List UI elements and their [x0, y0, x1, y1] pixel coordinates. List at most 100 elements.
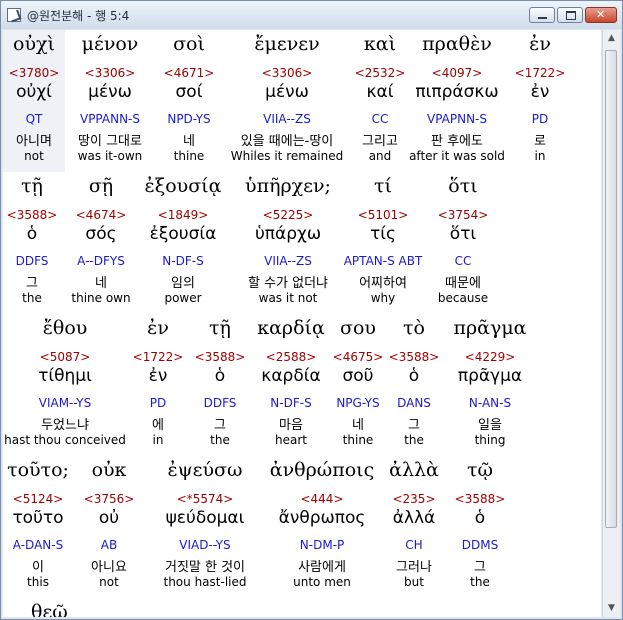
korean-gloss: 임의 [171, 276, 195, 291]
word-column[interactable]: πραθὲν <4097> πιπράσκω VPAPNN-S 판 후에도 after i… [409, 30, 505, 172]
interlinear-content: θεῷ οὐχὶ <3780> οὐχί QT 아니며 not μένον <3306> μέν… [3, 30, 601, 617]
word-column[interactable]: σοὶ <4671> σοί NPD-YS 네 thine [155, 30, 223, 172]
strongs-number: <5101> [357, 208, 409, 222]
korean-gloss: 땅이 그대로 [78, 134, 142, 149]
korean-gloss: 있을 때에는-땅이 [240, 134, 334, 149]
close-button[interactable] [585, 7, 617, 23]
word-column[interactable]: τῇ <3588> ὁ DDFS 그 the [3, 172, 61, 314]
english-gloss: hast thou conceived [4, 433, 126, 447]
parsing-code: VIAD--YS [179, 538, 231, 552]
english-gloss: and [368, 149, 392, 163]
parsing-code: A-DAN-S [12, 538, 64, 552]
word-column[interactable]: ἐν <1722> ἐν PD 로 in [505, 30, 575, 172]
strongs-number: <3754> [437, 208, 489, 222]
english-gloss: why [370, 291, 396, 305]
word-column[interactable]: ἐψεύσω <*5574> ψεύδομαι VIAD--YS 거짓말 한 것이 tho… [145, 456, 265, 598]
strongs-number: <1849> [157, 208, 209, 222]
strongs-number: <4671> [163, 66, 215, 80]
lexical-form: σοί [175, 82, 203, 102]
verse-line: τοῦτο; <5124> τοῦτο A-DAN-S 이 this οὐκ <3756> οὐ… [3, 456, 601, 598]
word-column[interactable]: οὐχὶ <3780> οὐχί QT 아니며 not [3, 30, 65, 172]
korean-gloss: 사람에게 [298, 560, 346, 575]
strongs-number: <5124> [12, 492, 64, 506]
word-column[interactable]: τοῦτο; <5124> τοῦτο A-DAN-S 이 this [3, 456, 73, 598]
parsing-code: CH [405, 538, 423, 552]
korean-gloss: 아니요 [91, 560, 127, 575]
strongs-number: <235> [392, 492, 436, 506]
word-column[interactable]: ἐν <1722> ἐν PD 에 in [127, 314, 189, 456]
parsing-code: DDFS [15, 254, 49, 268]
lexical-form: ἐξουσία [149, 224, 217, 244]
word-column[interactable]: καὶ <2532> καί CC 그리고 and [351, 30, 409, 172]
parsing-code: VIIA--ZS [263, 112, 311, 126]
english-gloss: but [404, 575, 424, 589]
next-row-greek-partial: θεῷ [31, 601, 68, 617]
english-gloss: Whiles it remained [230, 149, 344, 163]
parsing-code: AB [100, 538, 118, 552]
english-gloss: thine [173, 149, 205, 163]
minimize-button[interactable] [529, 7, 555, 23]
strongs-number: <3588> [6, 208, 58, 222]
strongs-number: <1722> [132, 350, 184, 364]
korean-gloss: 때문에 [445, 276, 481, 291]
lexical-form: σοῦ [342, 366, 374, 386]
lexical-form: σός [85, 224, 117, 244]
word-column[interactable]: τῷ <3588> ὁ DDMS 그 the [449, 456, 511, 598]
lexical-form: τοῦτο [12, 508, 64, 528]
word-column[interactable]: μένον <3306> μένω VPPANN-S 땅이 그대로 was it-own [65, 30, 155, 172]
interlinear-window: @원전분해 - 행 5:4 θεῷ οὐχὶ<3780>οὐχίQT아니며not… [0, 0, 623, 620]
word-column[interactable]: ὅτι <3754> ὅτι CC 때문에 because [423, 172, 503, 314]
scroll-thumb[interactable] [605, 50, 617, 528]
parsing-code: NPD-YS [167, 112, 211, 126]
lexical-form: ἐν [148, 366, 168, 386]
parsing-code: N-DF-S [162, 254, 204, 268]
title-bar[interactable]: @원전분해 - 행 5:4 [1, 1, 622, 29]
word-column[interactable]: ὑπῆρχεν; <5225> ὑπάρχω VIIA--ZS 할 수가 없더냐 was … [233, 172, 343, 314]
word-column[interactable]: πρᾶγμα <4229> πρᾶγμα N-AN-S 일을 thing [441, 314, 539, 456]
word-column[interactable]: σῇ <4674> σός A--DFYS 네 thine own [61, 172, 141, 314]
lexical-form: πρᾶγμα [457, 366, 523, 386]
english-gloss: the [404, 433, 424, 447]
word-column[interactable]: σου <4675> σοῦ NPG-YS 네 thine [331, 314, 385, 456]
word-column[interactable]: καρδίᾳ <2588> καρδία N-DF-S 마음 heart [251, 314, 331, 456]
parsing-code: A--DFYS [77, 254, 125, 268]
strongs-number: <4229> [464, 350, 516, 364]
word-column[interactable]: τὸ <3588> ὁ DANS 그 the [385, 314, 443, 456]
parsing-code: NPG-YS [336, 396, 380, 410]
lexical-form: ὁ [214, 366, 226, 386]
word-column[interactable]: τῇ <3588> ὁ DDFS 그 the [189, 314, 251, 456]
word-column[interactable]: τί <5101> τίς APTAN-S ABT 어찌하여 why [343, 172, 423, 314]
scroll-down-arrow-icon[interactable]: ▼ [603, 600, 620, 617]
greek-word: πρᾶγμα [453, 317, 527, 339]
korean-gloss: 네 [352, 418, 364, 433]
english-gloss: was it-own [77, 149, 143, 163]
greek-word: μένον [81, 33, 139, 55]
korean-gloss: 그 [474, 560, 486, 575]
word-column[interactable]: ἀνθρώποις <444> ἄνθρωπος N-DM-P 사람에게 unto men [265, 456, 379, 598]
maximize-button[interactable] [557, 7, 583, 23]
greek-word: σου [340, 317, 376, 339]
korean-gloss: 그 [408, 418, 420, 433]
word-column[interactable]: οὐκ <3756> οὐ AB 아니요 not [73, 456, 145, 598]
word-column[interactable]: ἔθου <5087> τίθημι VIAM--YS 두었느냐 hast thou co… [3, 314, 127, 456]
korean-gloss: 두었느냐 [41, 418, 89, 433]
word-column[interactable]: ἐξουσίᾳ <1849> ἐξουσία N-DF-S 임의 power [133, 172, 233, 314]
vertical-scrollbar[interactable]: ▲ ▼ [602, 30, 620, 617]
word-column[interactable]: ἔμενεν <3306> μένω VIIA--ZS 있을 때에는-땅이 Whiles … [223, 30, 351, 172]
lexical-form: πιπράσκω [415, 82, 499, 102]
strongs-number: <3588> [194, 350, 246, 364]
english-gloss: the [210, 433, 230, 447]
english-gloss: not [99, 575, 119, 589]
english-gloss: was it not [258, 291, 318, 305]
strongs-number: <5087> [39, 350, 91, 364]
scroll-up-arrow-icon[interactable]: ▲ [603, 30, 620, 47]
korean-gloss: 그 [214, 418, 226, 433]
korean-gloss: 그리고 [362, 134, 398, 149]
word-column[interactable]: ἀλλὰ <235> ἀλλά CH 그러나 but [379, 456, 449, 598]
strongs-number: <1722> [514, 66, 566, 80]
verse-line: τῇ <3588> ὁ DDFS 그 the σῇ <4674> σός A--DFYS 네 thin… [3, 172, 601, 314]
greek-word: σῇ [88, 175, 114, 197]
greek-word: ἀλλὰ [389, 459, 439, 481]
korean-gloss: 네 [183, 134, 195, 149]
english-gloss: in [534, 149, 546, 163]
